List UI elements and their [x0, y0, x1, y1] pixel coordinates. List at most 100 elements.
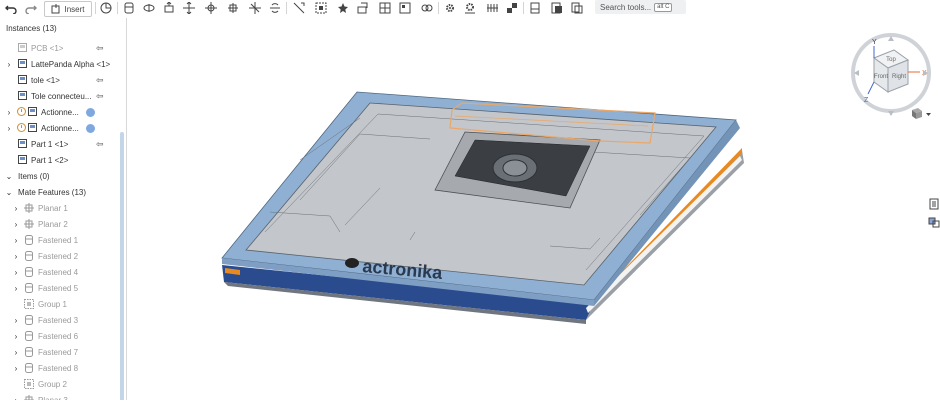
mate-feature-row[interactable]: › Fastened 6	[0, 328, 120, 344]
mate-feature-row[interactable]: › Fastened 1	[0, 232, 120, 248]
mate-feature-row[interactable]: › Fastened 4	[0, 264, 120, 280]
mate-feature-row[interactable]: › Planar 2	[0, 216, 120, 232]
items-section-header[interactable]: ⌄ Items (0)	[0, 168, 120, 184]
chevron-right-icon[interactable]: ›	[5, 108, 13, 117]
fastened-mate-icon[interactable]	[122, 1, 136, 15]
display-states-icon[interactable]	[550, 1, 564, 15]
instance-row[interactable]: tole <1> ⇦	[0, 72, 120, 88]
section-view-icon[interactable]	[528, 1, 542, 15]
fastened-mate-icon	[24, 283, 33, 293]
board-fan-center	[502, 159, 528, 177]
tangent-mate-icon[interactable]	[292, 1, 306, 15]
chevron-right-icon[interactable]: ›	[5, 60, 13, 69]
fixed-arrow-icon: ⇦	[96, 42, 104, 53]
chevron-right-icon[interactable]: ›	[12, 396, 20, 401]
chevron-right-icon[interactable]: ›	[12, 364, 20, 373]
instance-row[interactable]: › Actionne...	[0, 104, 120, 120]
relation-icon[interactable]	[356, 1, 370, 15]
mate-feature-label: Planar 1	[38, 203, 68, 213]
instance-row[interactable]: Tole connecteu... ⇦	[0, 88, 120, 104]
graphics-viewport[interactable]: actronika Top Front Right Y X Z	[127, 18, 940, 400]
instance-row[interactable]: Part 1 <1> ⇦	[0, 136, 120, 152]
mate-feature-label: Planar 2	[38, 219, 68, 229]
view-cube[interactable]: Top Front Right Y X Z	[846, 28, 936, 118]
mate-feature-row[interactable]: › Planar 1	[0, 200, 120, 216]
mate-feature-label: Fastened 5	[38, 283, 79, 293]
linear-relation-icon[interactable]	[505, 1, 519, 15]
chevron-right-icon[interactable]: ›	[12, 348, 20, 357]
assembly-model[interactable]: actronika	[127, 18, 940, 400]
toolbar-separator	[286, 2, 287, 14]
part-icon	[18, 59, 27, 68]
instances-section-header[interactable]: Instances (13)	[0, 20, 120, 36]
gear-relation-icon[interactable]	[443, 1, 457, 15]
part-icon	[28, 123, 37, 132]
width-mate-icon[interactable]	[314, 1, 328, 15]
mate-feature-label: Fastened 6	[38, 331, 79, 341]
instance-label: Part 1 <1>	[31, 139, 69, 149]
mate-connector-icon[interactable]	[99, 1, 113, 15]
chevron-right-icon[interactable]: ›	[12, 236, 20, 245]
insert-button[interactable]: Insert	[44, 1, 92, 17]
bill-of-materials-icon[interactable]	[928, 198, 940, 210]
chevron-right-icon[interactable]: ›	[12, 204, 20, 213]
replicate-icon[interactable]	[378, 1, 392, 15]
mate-feature-label: Fastened 3	[38, 315, 79, 325]
chevron-right-icon[interactable]: ›	[12, 284, 20, 293]
instance-row[interactable]: › Actionne...	[0, 120, 120, 136]
undo-icon[interactable]	[4, 1, 18, 15]
pin-slot-mate-icon[interactable]	[226, 1, 240, 15]
group-icon[interactable]	[336, 1, 350, 15]
fastened-mate-icon	[24, 235, 33, 245]
mate-feature-row[interactable]: › Fastened 8	[0, 360, 120, 376]
fixed-arrow-icon: ⇦	[96, 90, 104, 101]
ball-mate-icon[interactable]	[248, 1, 262, 15]
slider-mate-icon[interactable]	[162, 1, 176, 15]
chevron-right-icon[interactable]: ›	[12, 252, 20, 261]
chevron-right-icon[interactable]: ›	[12, 316, 20, 325]
mate-feature-label: Fastened 1	[38, 235, 79, 245]
chevron-right-icon[interactable]: ›	[12, 332, 20, 341]
part-icon	[18, 139, 27, 148]
mate-features-section-header[interactable]: ⌄ Mate Features (13)	[0, 184, 120, 200]
rack-pinion-icon[interactable]	[463, 1, 477, 15]
instance-label: Actionne...	[41, 123, 79, 133]
mate-feature-row[interactable]: Group 2	[0, 376, 120, 392]
toolbar-separator	[95, 2, 96, 14]
revolute-mate-icon[interactable]	[142, 1, 156, 15]
mate-feature-row[interactable]: › Fastened 3	[0, 312, 120, 328]
redo-icon[interactable]	[24, 1, 38, 15]
screw-relation-icon[interactable]	[485, 1, 499, 15]
appearance-panel-icon[interactable]	[928, 216, 940, 228]
view-options-button[interactable]	[910, 108, 934, 120]
part-icon	[18, 43, 27, 52]
instance-label: LattePanda Alpha <1>	[31, 59, 111, 69]
planar-mate-icon[interactable]	[182, 1, 196, 15]
mate-features-header: Mate Features (13)	[18, 187, 87, 197]
mate-feature-row[interactable]: › Fastened 5	[0, 280, 120, 296]
panel-scrollbar[interactable]	[120, 132, 124, 400]
instance-row[interactable]: › LattePanda Alpha <1>	[0, 56, 120, 72]
instance-row[interactable]: PCB <1> ⇦	[0, 40, 120, 56]
chevron-right-icon[interactable]: ›	[12, 268, 20, 277]
instance-label: PCB <1>	[31, 43, 64, 53]
instance-label: Part 1 <2>	[31, 155, 69, 165]
mate-feature-label: Group 1	[38, 299, 67, 309]
search-tools-button[interactable]: Search tools... alt C	[595, 0, 686, 14]
instance-row[interactable]: Part 1 <2>	[0, 152, 120, 168]
chevron-right-icon[interactable]: ›	[5, 124, 13, 133]
mate-feature-row[interactable]: › Planar 3	[0, 392, 120, 400]
fastened-mate-icon	[24, 363, 33, 373]
mate-feature-row[interactable]: › Fastened 7	[0, 344, 120, 360]
pattern-icon[interactable]	[398, 1, 412, 15]
explode-icon[interactable]	[420, 1, 434, 15]
parallel-mate-icon[interactable]	[268, 1, 282, 15]
mate-feature-row[interactable]: Group 1	[0, 296, 120, 312]
cylindrical-mate-icon[interactable]	[204, 1, 218, 15]
replicate-icon[interactable]	[570, 1, 584, 15]
sub-assembly-warning-icon	[17, 107, 26, 116]
mate-feature-row[interactable]: › Fastened 2	[0, 248, 120, 264]
toolbar-separator	[117, 2, 118, 14]
chevron-right-icon[interactable]: ›	[12, 220, 20, 229]
view-cube-rotate-down-icon[interactable]	[888, 111, 894, 116]
